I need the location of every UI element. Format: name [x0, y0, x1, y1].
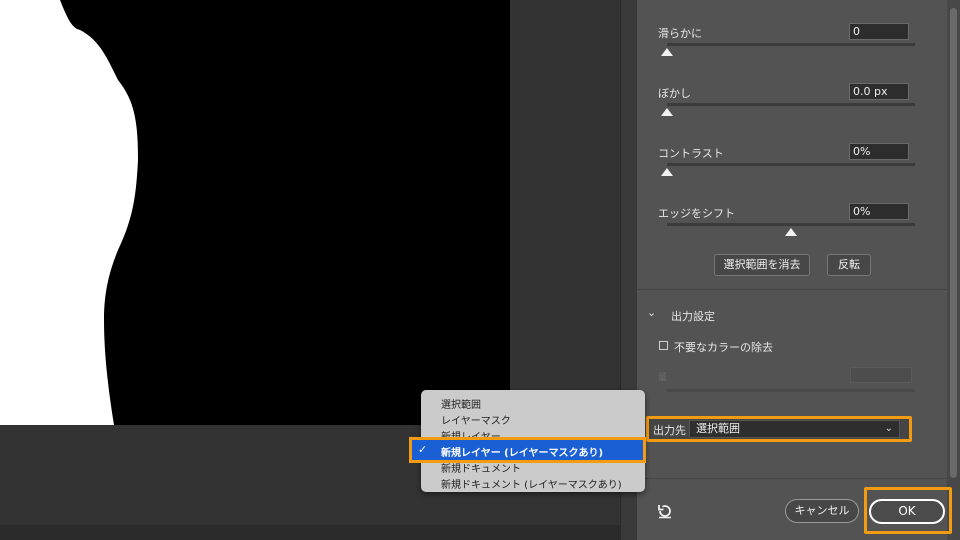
checkmark-icon: ✓ [418, 443, 428, 456]
contrast-value-field[interactable]: 0% [849, 143, 909, 160]
amount-field [850, 367, 912, 383]
decontaminate-checkbox[interactable] [659, 341, 668, 350]
shift-edge-slider-thumb[interactable] [785, 228, 797, 236]
panel-scrollbar-thumb[interactable] [950, 8, 957, 478]
smooth-label: 滑らかに [658, 27, 702, 40]
menu-item-new-layer-with-mask[interactable]: ✓ 新規レイヤー (レイヤーマスクあり) [409, 437, 646, 463]
amount-slider-track [667, 389, 915, 392]
shift-edge-slider-track[interactable] [667, 223, 915, 226]
output-to-row: 出力先 選択範囲 ⌄ [646, 416, 912, 442]
menu-item-layer-mask[interactable]: レイヤーマスク [441, 412, 511, 427]
smooth-slider-track[interactable] [667, 43, 915, 46]
feather-value-field[interactable]: 0.0 px [849, 83, 909, 100]
output-to-label: 出力先 [653, 424, 686, 437]
contrast-slider-track[interactable] [667, 163, 915, 166]
reset-icon[interactable] [656, 502, 674, 520]
menu-item-new-document-with-mask[interactable]: 新規ドキュメント (レイヤーマスクあり) [441, 476, 622, 491]
silhouette-shape [0, 0, 138, 425]
shift-edge-label: エッジをシフト [658, 207, 735, 220]
invert-button[interactable]: 反転 [827, 254, 871, 276]
menu-item-selection[interactable]: 選択範囲 [441, 396, 481, 411]
chevron-down-icon[interactable]: ⌄ [647, 306, 656, 319]
footer-divider [637, 478, 947, 479]
smooth-value-field[interactable]: 0 [849, 23, 909, 40]
feather-label: ぼかし [658, 87, 691, 100]
smooth-slider-thumb[interactable] [661, 48, 673, 56]
output-to-select[interactable]: 選択範囲 ⌄ [689, 420, 900, 438]
feather-slider-thumb[interactable] [661, 108, 673, 116]
contrast-label: コントラスト [658, 147, 724, 160]
chevron-down-icon: ⌄ [884, 423, 893, 434]
ok-button[interactable]: OK [869, 499, 945, 524]
amount-label: 量 [658, 373, 668, 383]
canvas-horizontal-scrollbar[interactable] [0, 525, 620, 540]
clear-selection-button[interactable]: 選択範囲を消去 [714, 254, 810, 276]
decontaminate-label: 不要なカラーの除去 [674, 341, 773, 354]
canvas-background [510, 0, 620, 425]
feather-slider-track[interactable] [667, 103, 915, 106]
properties-panel: 滑らかに 0 ぼかし 0.0 px コントラスト 0% エッジをシフト 0% 選… [637, 0, 960, 540]
output-settings-title[interactable]: 出力設定 [671, 308, 715, 324]
menu-item-selected-label: 新規レイヤー (レイヤーマスクあり) [441, 448, 604, 459]
cancel-button[interactable]: キャンセル [785, 499, 859, 523]
output-to-value: 選択範囲 [696, 422, 740, 435]
shift-edge-value-field[interactable]: 0% [849, 203, 909, 220]
panel-scrollbar[interactable] [947, 0, 960, 540]
mask-preview[interactable] [0, 0, 510, 425]
section-divider [637, 289, 947, 290]
contrast-slider-thumb[interactable] [661, 168, 673, 176]
